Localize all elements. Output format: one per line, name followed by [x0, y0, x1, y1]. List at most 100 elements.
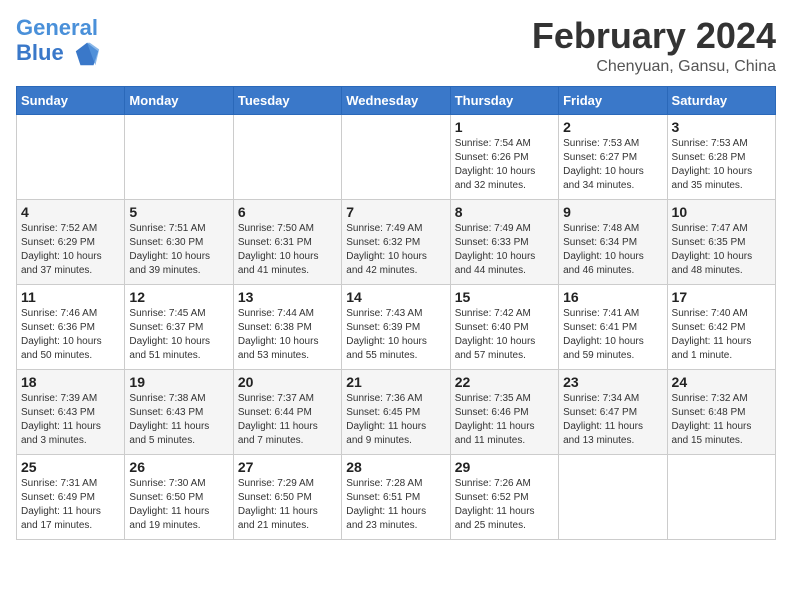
day-number: 9 — [563, 204, 662, 220]
day-info: Sunrise: 7:40 AM Sunset: 6:42 PM Dayligh… — [672, 307, 771, 363]
day-info: Sunrise: 7:49 AM Sunset: 6:33 PM Dayligh… — [455, 222, 554, 278]
weekday-header: Friday — [559, 86, 667, 114]
day-number: 27 — [238, 459, 337, 475]
day-number: 13 — [238, 289, 337, 305]
day-number: 18 — [21, 374, 120, 390]
day-info: Sunrise: 7:29 AM Sunset: 6:50 PM Dayligh… — [238, 477, 337, 533]
weekday-header: Tuesday — [233, 86, 341, 114]
calendar-day-cell: 21 Sunrise: 7:36 AM Sunset: 6:45 PM Dayli… — [342, 369, 450, 454]
day-info: Sunrise: 7:43 AM Sunset: 6:39 PM Dayligh… — [346, 307, 445, 363]
calendar-day-cell: 5Sunrise: 7:51 AM Sunset: 6:30 PM Daylig… — [125, 199, 233, 284]
day-number: 17 — [672, 289, 771, 305]
day-number: 14 — [346, 289, 445, 305]
calendar-week-row: 1 Sunrise: 7:54 AM Sunset: 6:26 PM Daylig… — [17, 114, 776, 199]
calendar-day-cell: 14 Sunrise: 7:43 AM Sunset: 6:39 PM Dayli… — [342, 284, 450, 369]
calendar-day-cell: 10 Sunrise: 7:47 AM Sunset: 6:35 PM Dayli… — [667, 199, 775, 284]
calendar-day-cell: 19 Sunrise: 7:38 AM Sunset: 6:43 PM Dayli… — [125, 369, 233, 454]
day-number: 16 — [563, 289, 662, 305]
calendar-day-cell: 11 Sunrise: 7:46 AM Sunset: 6:36 PM Dayli… — [17, 284, 125, 369]
day-number: 29 — [455, 459, 554, 475]
calendar-week-row: 4Sunrise: 7:52 AM Sunset: 6:29 PM Daylig… — [17, 199, 776, 284]
logo-text2: Blue — [16, 40, 101, 68]
weekday-header: Thursday — [450, 86, 558, 114]
day-info: Sunrise: 7:53 AM Sunset: 6:28 PM Dayligh… — [672, 137, 771, 193]
calendar-table: SundayMondayTuesdayWednesdayThursdayFrid… — [16, 86, 776, 540]
calendar-day-cell: 22Sunrise: 7:35 AM Sunset: 6:46 PM Dayli… — [450, 369, 558, 454]
calendar-day-cell: 3 Sunrise: 7:53 AM Sunset: 6:28 PM Daylig… — [667, 114, 775, 199]
weekday-header: Saturday — [667, 86, 775, 114]
day-info: Sunrise: 7:38 AM Sunset: 6:43 PM Dayligh… — [129, 392, 228, 448]
calendar-day-cell: 27 Sunrise: 7:29 AM Sunset: 6:50 PM Dayli… — [233, 454, 341, 539]
day-info: Sunrise: 7:36 AM Sunset: 6:45 PM Dayligh… — [346, 392, 445, 448]
location-subtitle: Chenyuan, Gansu, China — [532, 58, 776, 76]
day-info: Sunrise: 7:28 AM Sunset: 6:51 PM Dayligh… — [346, 477, 445, 533]
day-number: 20 — [238, 374, 337, 390]
calendar-day-cell — [17, 114, 125, 199]
day-number: 28 — [346, 459, 445, 475]
day-info: Sunrise: 7:42 AM Sunset: 6:40 PM Dayligh… — [455, 307, 554, 363]
day-number: 1 — [455, 119, 554, 135]
calendar-day-cell: 29Sunrise: 7:26 AM Sunset: 6:52 PM Dayli… — [450, 454, 558, 539]
day-number: 7 — [346, 204, 445, 220]
day-number: 10 — [672, 204, 771, 220]
day-number: 5 — [129, 204, 228, 220]
day-info: Sunrise: 7:49 AM Sunset: 6:32 PM Dayligh… — [346, 222, 445, 278]
calendar-week-row: 25 Sunrise: 7:31 AM Sunset: 6:49 PM Dayli… — [17, 454, 776, 539]
title-area: February 2024 Chenyuan, Gansu, China — [532, 16, 776, 76]
header: General Blue February 2024 Chenyuan, Gan… — [16, 16, 776, 76]
day-info: Sunrise: 7:54 AM Sunset: 6:26 PM Dayligh… — [455, 137, 554, 193]
day-info: Sunrise: 7:41 AM Sunset: 6:41 PM Dayligh… — [563, 307, 662, 363]
day-info: Sunrise: 7:47 AM Sunset: 6:35 PM Dayligh… — [672, 222, 771, 278]
calendar-day-cell: 18 Sunrise: 7:39 AM Sunset: 6:43 PM Dayli… — [17, 369, 125, 454]
day-number: 11 — [21, 289, 120, 305]
calendar-day-cell: 24 Sunrise: 7:32 AM Sunset: 6:48 PM Dayli… — [667, 369, 775, 454]
calendar-day-cell: 28 Sunrise: 7:28 AM Sunset: 6:51 PM Dayli… — [342, 454, 450, 539]
calendar-day-cell: 16 Sunrise: 7:41 AM Sunset: 6:41 PM Dayli… — [559, 284, 667, 369]
calendar-day-cell: 17 Sunrise: 7:40 AM Sunset: 6:42 PM Dayli… — [667, 284, 775, 369]
day-info: Sunrise: 7:52 AM Sunset: 6:29 PM Dayligh… — [21, 222, 120, 278]
day-number: 6 — [238, 204, 337, 220]
day-number: 25 — [21, 459, 120, 475]
day-number: 23 — [563, 374, 662, 390]
calendar-day-cell: 7 Sunrise: 7:49 AM Sunset: 6:32 PM Daylig… — [342, 199, 450, 284]
calendar-day-cell: 1 Sunrise: 7:54 AM Sunset: 6:26 PM Daylig… — [450, 114, 558, 199]
calendar-day-cell — [342, 114, 450, 199]
calendar-header-row: SundayMondayTuesdayWednesdayThursdayFrid… — [17, 86, 776, 114]
day-number: 3 — [672, 119, 771, 135]
day-info: Sunrise: 7:31 AM Sunset: 6:49 PM Dayligh… — [21, 477, 120, 533]
calendar-day-cell: 12 Sunrise: 7:45 AM Sunset: 6:37 PM Dayli… — [125, 284, 233, 369]
logo-text: General — [16, 16, 101, 40]
day-info: Sunrise: 7:34 AM Sunset: 6:47 PM Dayligh… — [563, 392, 662, 448]
day-number: 19 — [129, 374, 228, 390]
calendar-day-cell — [667, 454, 775, 539]
day-number: 22 — [455, 374, 554, 390]
calendar-week-row: 11 Sunrise: 7:46 AM Sunset: 6:36 PM Dayli… — [17, 284, 776, 369]
weekday-header: Sunday — [17, 86, 125, 114]
calendar-day-cell — [559, 454, 667, 539]
calendar-day-cell: 15 Sunrise: 7:42 AM Sunset: 6:40 PM Dayli… — [450, 284, 558, 369]
calendar-day-cell: 6 Sunrise: 7:50 AM Sunset: 6:31 PM Daylig… — [233, 199, 341, 284]
weekday-header: Monday — [125, 86, 233, 114]
calendar-day-cell — [233, 114, 341, 199]
logo: General Blue — [16, 16, 101, 68]
month-title: February 2024 — [532, 16, 776, 56]
day-number: 8 — [455, 204, 554, 220]
day-number: 12 — [129, 289, 228, 305]
day-info: Sunrise: 7:32 AM Sunset: 6:48 PM Dayligh… — [672, 392, 771, 448]
calendar-day-cell — [125, 114, 233, 199]
calendar-day-cell: 25 Sunrise: 7:31 AM Sunset: 6:49 PM Dayli… — [17, 454, 125, 539]
weekday-header: Wednesday — [342, 86, 450, 114]
day-info: Sunrise: 7:45 AM Sunset: 6:37 PM Dayligh… — [129, 307, 228, 363]
day-info: Sunrise: 7:46 AM Sunset: 6:36 PM Dayligh… — [21, 307, 120, 363]
calendar-day-cell: 13 Sunrise: 7:44 AM Sunset: 6:38 PM Dayli… — [233, 284, 341, 369]
day-info: Sunrise: 7:39 AM Sunset: 6:43 PM Dayligh… — [21, 392, 120, 448]
day-number: 2 — [563, 119, 662, 135]
day-info: Sunrise: 7:44 AM Sunset: 6:38 PM Dayligh… — [238, 307, 337, 363]
day-info: Sunrise: 7:50 AM Sunset: 6:31 PM Dayligh… — [238, 222, 337, 278]
day-number: 21 — [346, 374, 445, 390]
calendar-day-cell: 4Sunrise: 7:52 AM Sunset: 6:29 PM Daylig… — [17, 199, 125, 284]
day-number: 15 — [455, 289, 554, 305]
day-number: 24 — [672, 374, 771, 390]
day-info: Sunrise: 7:30 AM Sunset: 6:50 PM Dayligh… — [129, 477, 228, 533]
calendar-day-cell: 20Sunrise: 7:37 AM Sunset: 6:44 PM Dayli… — [233, 369, 341, 454]
